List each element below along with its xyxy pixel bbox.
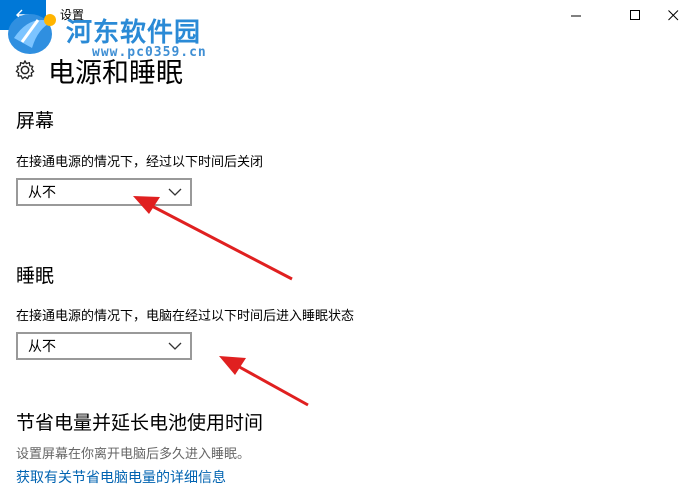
close-button[interactable] <box>650 0 690 30</box>
page-header: 电源和睡眠 <box>14 53 183 89</box>
power-saving-info-link[interactable]: 获取有关节省电脑电量的详细信息 <box>16 467 226 487</box>
screen-description: 在接通电源的情况下，经过以下时间后关闭 <box>16 155 264 170</box>
maximize-icon <box>629 9 640 20</box>
screen-timeout-dropdown[interactable]: 从不 <box>16 178 192 206</box>
page-title: 电源和睡眠 <box>48 57 183 89</box>
gear-icon <box>15 60 35 80</box>
battery-description: 设置屏幕在你离开电脑后多久进入睡眠。 <box>16 447 251 462</box>
chevron-down-icon <box>168 342 182 350</box>
sleep-timeout-dropdown[interactable]: 从不 <box>16 332 192 360</box>
watermark-name: 河东软件园 <box>66 18 202 48</box>
chevron-down-icon <box>168 188 182 196</box>
annotation-arrow <box>219 356 309 407</box>
sleep-heading: 睡眠 <box>16 265 55 287</box>
close-icon <box>667 9 678 20</box>
minimize-icon <box>570 15 581 16</box>
battery-heading: 节省电量并延长电池使用时间 <box>16 412 264 434</box>
screen-timeout-value: 从不 <box>28 185 56 201</box>
sleep-description: 在接通电源的情况下，电脑在经过以下时间后进入睡眠状态 <box>16 309 355 324</box>
minimize-button[interactable] <box>553 0 599 30</box>
annotation-arrow <box>133 196 293 281</box>
screen-heading: 屏幕 <box>16 110 55 132</box>
sleep-timeout-value: 从不 <box>28 339 56 355</box>
